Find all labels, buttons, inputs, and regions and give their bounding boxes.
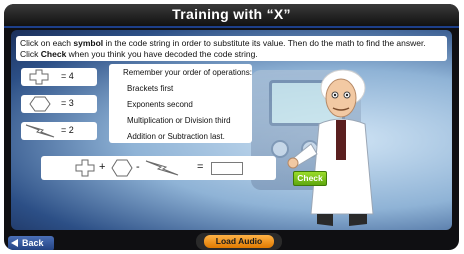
- audio-button-frame: Load Audio: [196, 233, 282, 250]
- hexagon-shape-icon[interactable]: [111, 159, 133, 177]
- app-frame: Training with “X” Click on each symbol i…: [4, 4, 459, 250]
- operator-equals: =: [197, 161, 204, 173]
- load-audio-button[interactable]: Load Audio: [204, 235, 274, 248]
- lightning-shape-icon[interactable]: [145, 159, 179, 177]
- scientist-character: [287, 69, 374, 226]
- back-label: Back: [22, 238, 44, 248]
- code-string-equation: + - =: [41, 156, 276, 180]
- operator-plus: +: [99, 161, 106, 173]
- activity-stage: Click on each symbol in the code string …: [11, 30, 452, 230]
- answer-field[interactable]: [211, 162, 243, 175]
- order-step: Addition or Subtraction last.: [127, 132, 225, 141]
- instructions-text: Click on each symbol in the code string …: [16, 36, 447, 61]
- page-title: Training with “X”: [172, 6, 291, 22]
- symbol-key-lightning: = 2: [21, 122, 97, 140]
- symbol-value: = 4: [61, 71, 74, 81]
- title-bar: Training with “X”: [4, 4, 459, 28]
- lightning-shape-icon: [25, 124, 55, 138]
- symbol-value: = 2: [61, 125, 74, 135]
- order-step: Brackets first: [127, 84, 174, 93]
- hexagon-shape-icon: [29, 96, 51, 112]
- symbol-key-cross: = 4: [21, 68, 97, 86]
- order-heading: Remember your order of operations:: [123, 68, 252, 77]
- order-of-operations-panel: Remember your order of operations: Brack…: [109, 64, 252, 143]
- operator-minus: -: [136, 161, 140, 173]
- cross-shape-icon: [29, 69, 49, 85]
- order-step: Multiplication or Division third: [127, 116, 231, 125]
- cross-shape-icon[interactable]: [75, 159, 95, 177]
- back-button[interactable]: Back: [8, 236, 54, 250]
- order-step: Exponents second: [127, 100, 193, 109]
- back-arrow-icon: [11, 239, 18, 247]
- symbol-key-hexagon: = 3: [21, 95, 97, 113]
- check-button[interactable]: Check: [293, 171, 327, 186]
- symbol-value: = 3: [61, 98, 74, 108]
